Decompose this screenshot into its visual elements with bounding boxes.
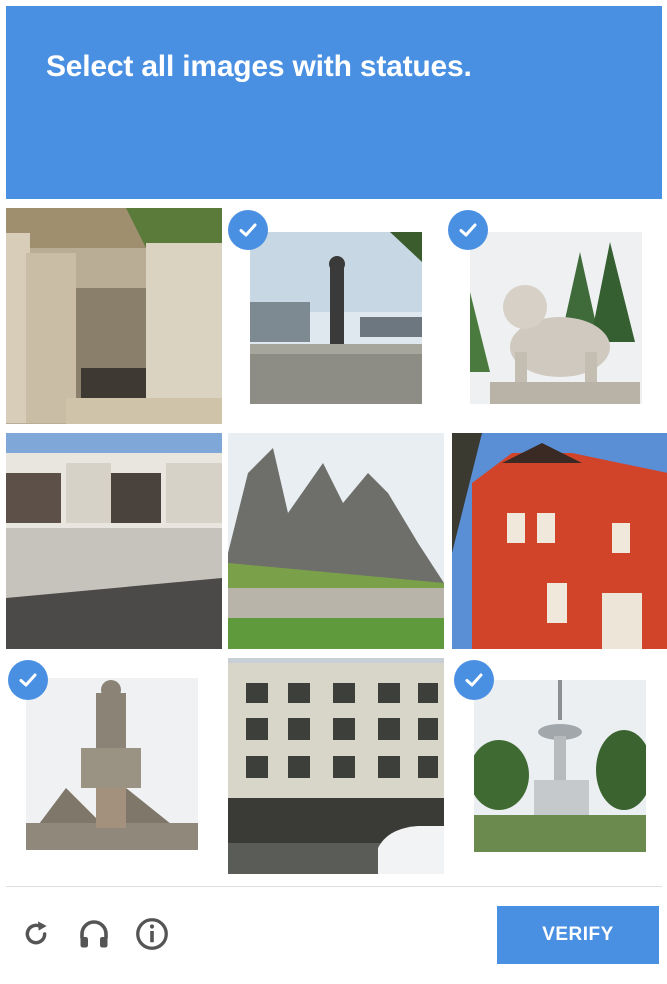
- footer-divider: [6, 886, 662, 887]
- prompt-suffix: .: [463, 50, 472, 83]
- headphones-icon[interactable]: [74, 914, 114, 954]
- image-tile-5[interactable]: [228, 433, 444, 649]
- selected-check-icon: [454, 660, 494, 700]
- image-tile-1[interactable]: [6, 208, 222, 424]
- info-icon[interactable]: [132, 914, 172, 954]
- image-tile-7[interactable]: [6, 658, 222, 874]
- selected-check-icon: [448, 210, 488, 250]
- tile-photo-lion: [470, 232, 642, 404]
- tile-photo-red-building: [452, 433, 667, 649]
- image-tile-8[interactable]: [228, 658, 444, 874]
- challenge-header: Select all images with statues.: [6, 6, 662, 199]
- image-tile-9[interactable]: [452, 658, 667, 874]
- tile-photo-tower: [474, 680, 646, 852]
- image-grid: [6, 208, 667, 874]
- image-tile-3[interactable]: [446, 208, 662, 424]
- selected-check-icon: [8, 660, 48, 700]
- tile-photo-garages: [6, 433, 222, 649]
- tile-photo-walls: [6, 208, 222, 424]
- tile-photo-statue: [250, 232, 422, 404]
- tile-photo-rocks: [228, 433, 444, 649]
- tile-photo-monument: [26, 678, 198, 850]
- prompt-prefix: Select all images with: [46, 50, 360, 83]
- image-tile-2[interactable]: [226, 208, 442, 424]
- verify-button[interactable]: VERIFY: [497, 906, 659, 964]
- selected-check-icon: [228, 210, 268, 250]
- prompt-object: statues: [359, 50, 464, 83]
- image-tile-4[interactable]: [6, 433, 222, 649]
- image-tile-6[interactable]: [452, 433, 667, 649]
- tile-photo-apartments: [228, 658, 444, 874]
- reload-icon[interactable]: [16, 914, 56, 954]
